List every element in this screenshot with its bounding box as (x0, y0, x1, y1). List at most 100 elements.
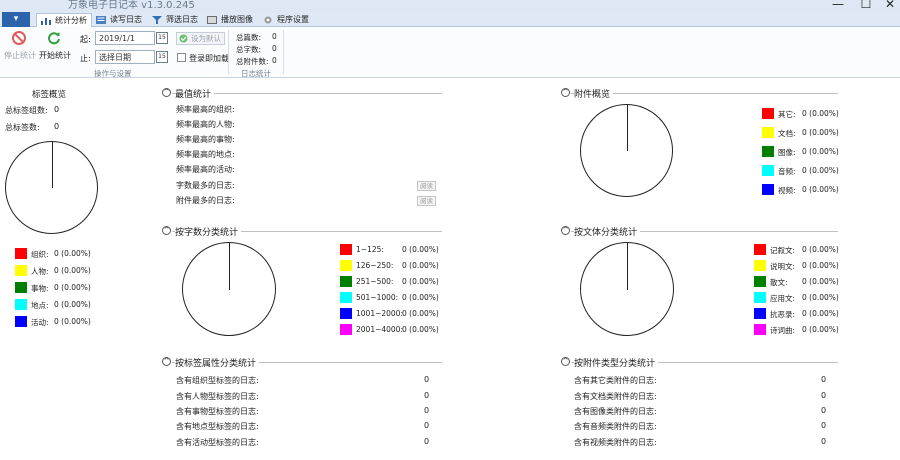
tab-filter[interactable]: 筛选日志 (148, 13, 202, 27)
open-longest-log-button[interactable]: 阅读 (417, 181, 436, 191)
genre-pie-chart (580, 242, 674, 336)
attach-type-row-value: 0 (821, 421, 827, 430)
total-chars-value: 0 (272, 44, 277, 53)
stop-icon (12, 31, 26, 45)
legend-swatch-prose (754, 276, 766, 287)
login-load-checkbox[interactable] (177, 53, 186, 62)
legend-swatch-other (762, 108, 774, 119)
ribbon-separator (283, 30, 284, 74)
app-window: 万象电子日记本 v1.3.0.245 — ☐ ✕ ▾ 统计分析 读写日志 筛选日… (0, 0, 900, 460)
minimize-button[interactable]: — (828, 0, 848, 12)
attach-type-row-label: 含有图像类附件的日志: (574, 407, 657, 416)
calendar-icon[interactable]: 15 (156, 51, 168, 63)
collapse-icon[interactable]: ^ (162, 88, 171, 97)
group-caption-stats: 日志统计 (241, 69, 271, 78)
legend-value: 0 (0.00%) (802, 185, 839, 194)
collapse-icon[interactable]: ^ (561, 357, 570, 366)
legend-label: 文档: (778, 129, 796, 138)
legend-swatch-person (15, 265, 27, 276)
legend-swatch-narrative (754, 244, 766, 255)
max-stats-title: 最值统计 (175, 87, 215, 100)
set-default-label: 设为默认 (191, 34, 221, 43)
total-attach-label: 总附件数: (236, 57, 269, 66)
legend-swatch-3 (340, 276, 352, 287)
legend-label: 抗恶录: (770, 310, 796, 319)
tab-label: 播放图像 (221, 15, 253, 24)
legend-swatch-5 (340, 308, 352, 319)
calendar-icon[interactable]: 15 (156, 32, 168, 44)
pie-start-line (229, 243, 230, 290)
title-bar: 万象电子日记本 v1.3.0.245 — ☐ ✕ (0, 0, 900, 12)
start-stats-button[interactable]: 开始统计 (39, 30, 71, 62)
attach-type-row-label: 含有文档类附件的日志: (574, 392, 657, 401)
to-date-input[interactable] (95, 50, 155, 64)
max-stat-row: 频率最高的人物: (176, 120, 235, 129)
tab-label: 统计分析 (55, 16, 87, 25)
tab-label: 读写日志 (110, 15, 142, 24)
by-length-title: 按字数分类统计 (175, 225, 242, 238)
pie-start-line (52, 142, 53, 188)
length-pie-chart (182, 242, 276, 336)
by-genre-title: 按文体分类统计 (574, 225, 641, 238)
attach-overview-title: 附件概览 (574, 87, 614, 100)
legend-value: 0 (0.00%) (54, 317, 91, 326)
legend-swatch-image (762, 146, 774, 157)
stop-stats-button[interactable]: 停止统计 (4, 30, 36, 62)
image-icon (207, 16, 217, 24)
tag-count-label: 总标签数: (5, 123, 40, 132)
tab-read-write[interactable]: 读写日志 (92, 13, 146, 27)
attach-type-row-value: 0 (821, 375, 827, 384)
tag-attr-row-label: 含有地点型标签的日志: (176, 422, 259, 431)
legend-value: 0 (0.00%) (802, 109, 839, 118)
legend-value: 0 (0.00%) (402, 245, 439, 254)
tag-count-value: 0 (54, 122, 60, 131)
legend-label: 251~500: (356, 277, 394, 286)
tab-play-images[interactable]: 播放图像 (203, 13, 257, 27)
app-menu-button[interactable]: ▾ (2, 12, 30, 27)
login-load-label: 登录即加载 (189, 54, 229, 63)
attach-type-row-label: 含有音频类附件的日志: (574, 422, 657, 431)
legend-swatch-poetry (754, 324, 766, 335)
legend-swatch-4 (340, 292, 352, 303)
legend-value: 0 (0.00%) (802, 245, 839, 254)
legend-label: 组织: (31, 250, 49, 259)
legend-swatch-document (762, 127, 774, 138)
bar-chart-icon (41, 18, 51, 25)
legend-value: 0 (0.00%) (54, 283, 91, 292)
tag-attr-row-value: 0 (424, 421, 430, 430)
collapse-icon[interactable]: ^ (561, 226, 570, 235)
legend-value: 0 (0.00%) (802, 277, 839, 286)
legend-value: 0 (0.00%) (54, 300, 91, 309)
legend-value: 0 (0.00%) (402, 293, 439, 302)
legend-swatch-2 (340, 260, 352, 271)
collapse-icon[interactable]: ^ (561, 88, 570, 97)
legend-swatch-practical (754, 292, 766, 303)
legend-swatch-expository (754, 260, 766, 271)
from-date-input[interactable] (95, 31, 155, 45)
legend-value: 0 (0.00%) (402, 261, 439, 270)
tag-attr-row-value: 0 (424, 375, 430, 384)
open-most-attach-log-button[interactable]: 阅读 (417, 196, 436, 206)
maximize-button[interactable]: ☐ (856, 0, 876, 12)
total-count-value: 0 (272, 32, 277, 41)
tab-statistics[interactable]: 统计分析 (36, 13, 92, 27)
legend-value: 0 (0.00%) (402, 325, 439, 334)
tab-settings[interactable]: 程序设置 (259, 13, 313, 27)
max-stat-row: 频率最高的活动: (176, 165, 235, 174)
legend-label: 应用文: (770, 294, 796, 303)
start-stats-label: 开始统计 (39, 51, 71, 60)
from-date-label: 起: (80, 35, 91, 44)
close-button[interactable]: ✕ (880, 0, 900, 12)
gear-icon (264, 16, 272, 24)
to-date-label: 止: (80, 54, 91, 63)
set-default-button[interactable]: 设为默认 (176, 32, 225, 45)
collapse-icon[interactable]: ^ (162, 357, 171, 366)
legend-value: 0 (0.00%) (802, 261, 839, 270)
total-chars-label: 总字数: (236, 45, 262, 54)
attach-type-row-value: 0 (821, 406, 827, 415)
attach-type-row-label: 含有其它类附件的日志: (574, 376, 657, 385)
total-count-label: 总篇数: (236, 33, 262, 42)
attach-pie-chart (580, 104, 673, 197)
collapse-icon[interactable]: ^ (162, 226, 171, 235)
legend-value: 0 (0.00%) (802, 325, 839, 334)
